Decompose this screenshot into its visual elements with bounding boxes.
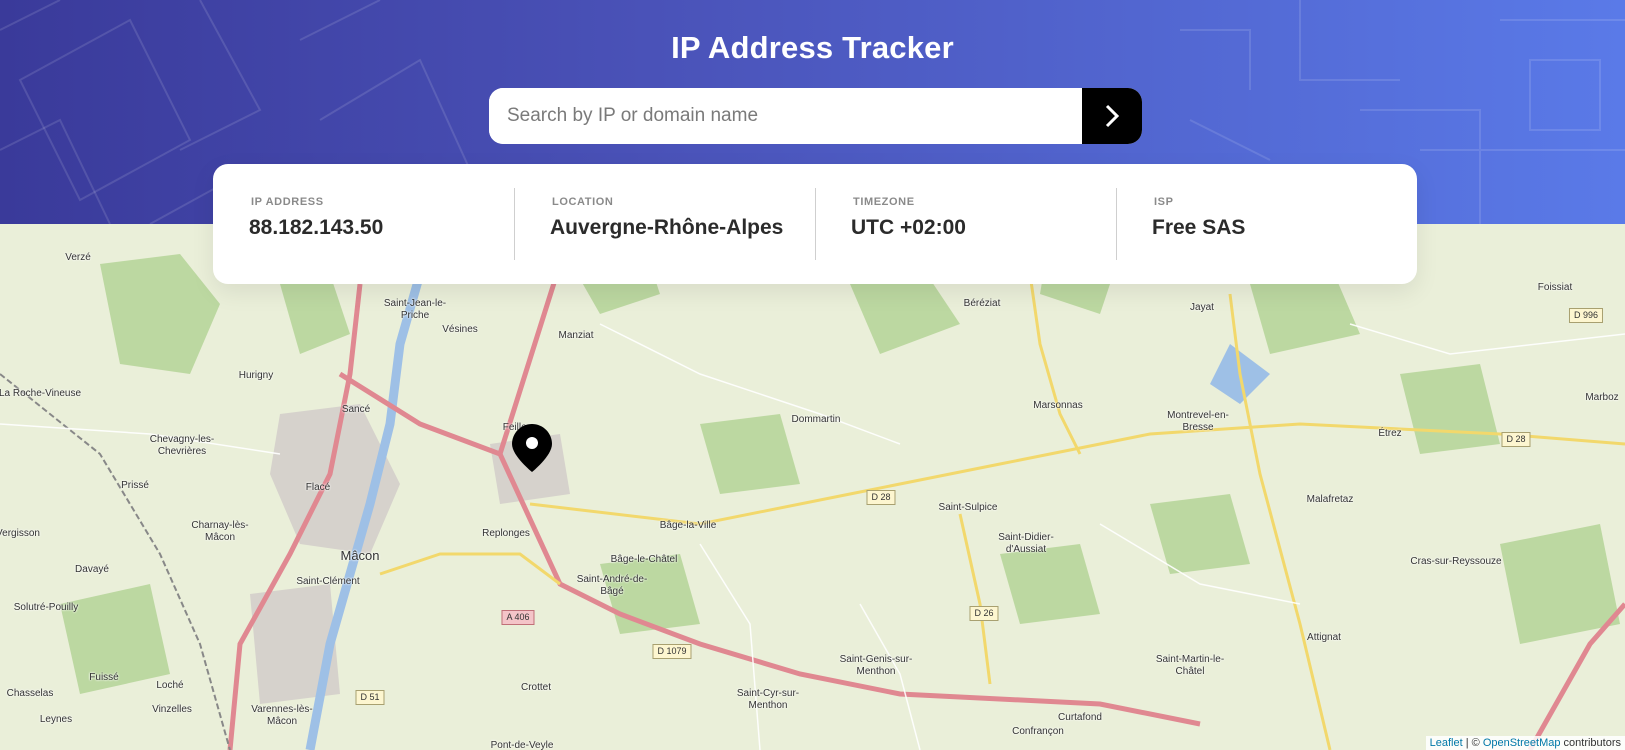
map[interactable]: Verzé Saint-Jean-le-Priche Vésines Manzi… [0,224,1625,750]
place-label: Bâge-le-Châtel [610,554,678,565]
place-label: Étrez [1378,428,1402,439]
attribution-separator: | © [1462,737,1483,749]
search-input[interactable] [489,88,1082,144]
road-shield: A 406 [501,610,535,625]
place-label: Vergisson [0,528,40,539]
place-label: Solutré-Pouilly [13,602,79,613]
place-label: Montrevel-en-Bresse [1167,410,1229,433]
attribution-suffix: contributors [1560,737,1621,749]
timezone-value: UTC +02:00 [851,216,966,239]
openstreetmap-link[interactable]: OpenStreetMap [1483,737,1561,749]
leaflet-link[interactable]: Leaflet [1430,737,1463,749]
search-button[interactable] [1082,88,1142,144]
road-shield: D 996 [1568,308,1604,323]
place-label: Replonges [482,528,530,539]
place-label: Béréziat [963,298,1001,309]
place-label: Chasselas [6,688,54,699]
place-label: Foissiat [1537,282,1573,293]
place-label: Saint-Genis-sur-Menthon [839,654,913,677]
chevron-right-icon [1105,104,1120,128]
road-shield: D 51 [355,690,385,705]
ip-info-card: IP Address 88.182.143.50 Location Auverg… [213,164,1417,284]
place-label: Fuissé [89,672,119,683]
road-shield: D 1079 [652,644,692,659]
place-label: La Roche-Vineuse [0,388,82,399]
isp-label: ISP [1154,196,1174,208]
place-label: Confrançon [1012,726,1064,737]
place-label: Saint-Didier-d'Aussiat [998,532,1054,555]
road-shield: D 28 [866,490,896,505]
page-title: IP Address Tracker [671,30,954,65]
place-label: Loché [156,680,184,691]
place-label: Dommartin [791,414,841,425]
place-label: Saint-Jean-le-Priche [383,298,447,321]
location-value: Auvergne-Rhône-Alpes [550,216,784,239]
ip-address-label: IP Address [251,196,324,208]
ip-address-value: 88.182.143.50 [249,216,384,239]
search-bar [489,88,1142,144]
place-label: Mâcon [340,548,380,563]
place-label: Vésines [442,324,478,335]
place-label: Pont-de-Veyle [490,740,554,750]
road-shield: D 28 [1501,432,1531,447]
place-label: Saint-Sulpice [938,502,998,513]
place-label: Saint-André-de-Bâgé [576,574,648,597]
place-label: Malafretaz [1306,494,1354,505]
place-label: Saint-Cyr-sur-Menthon [736,688,800,711]
place-label: Sancé [341,404,371,415]
place-label: Saint-Clément [296,576,360,587]
place-label: Vinzelles [152,704,192,715]
place-label: Crottet [520,682,552,693]
place-label: Marboz [1585,392,1619,403]
place-label: Verzé [65,252,91,263]
place-label: Saint-Martin-le-Châtel [1155,654,1225,677]
place-label: Leynes [39,714,73,725]
place-label: Varennes-lès-Mâcon [251,704,313,727]
timezone-section: Timezone UTC +02:00 [815,164,1116,284]
isp-value: Free SAS [1152,216,1246,239]
place-label: Marsonnas [1033,400,1083,411]
place-label: Hurigny [238,370,274,381]
place-label: Charnay-lès-Mâcon [191,520,249,543]
place-label: Prissé [121,480,149,491]
place-label: Jayat [1190,302,1214,313]
place-label: Chevagny-les-Chevrières [149,434,215,457]
isp-section: ISP Free SAS [1116,164,1417,284]
place-label: Bâge-la-Ville [659,520,717,531]
road-shield: D 26 [969,606,999,621]
location-section: Location Auvergne-Rhône-Alpes [514,164,815,284]
place-label: Davayé [75,564,109,575]
place-label: Cras-sur-Reyssouze [1410,556,1502,567]
place-label: Manziat [558,330,594,341]
location-label: Location [552,196,614,208]
location-pin-icon [512,424,552,472]
ip-address-section: IP Address 88.182.143.50 [213,164,514,284]
timezone-label: Timezone [853,196,915,208]
place-label: Attignat [1307,632,1341,643]
place-label: Flacé [305,482,331,493]
map-tiles [0,224,1625,750]
location-marker[interactable] [512,424,552,477]
map-attribution: Leaflet | © OpenStreetMap contributors [1425,736,1625,750]
place-label: Curtafond [1058,712,1102,723]
